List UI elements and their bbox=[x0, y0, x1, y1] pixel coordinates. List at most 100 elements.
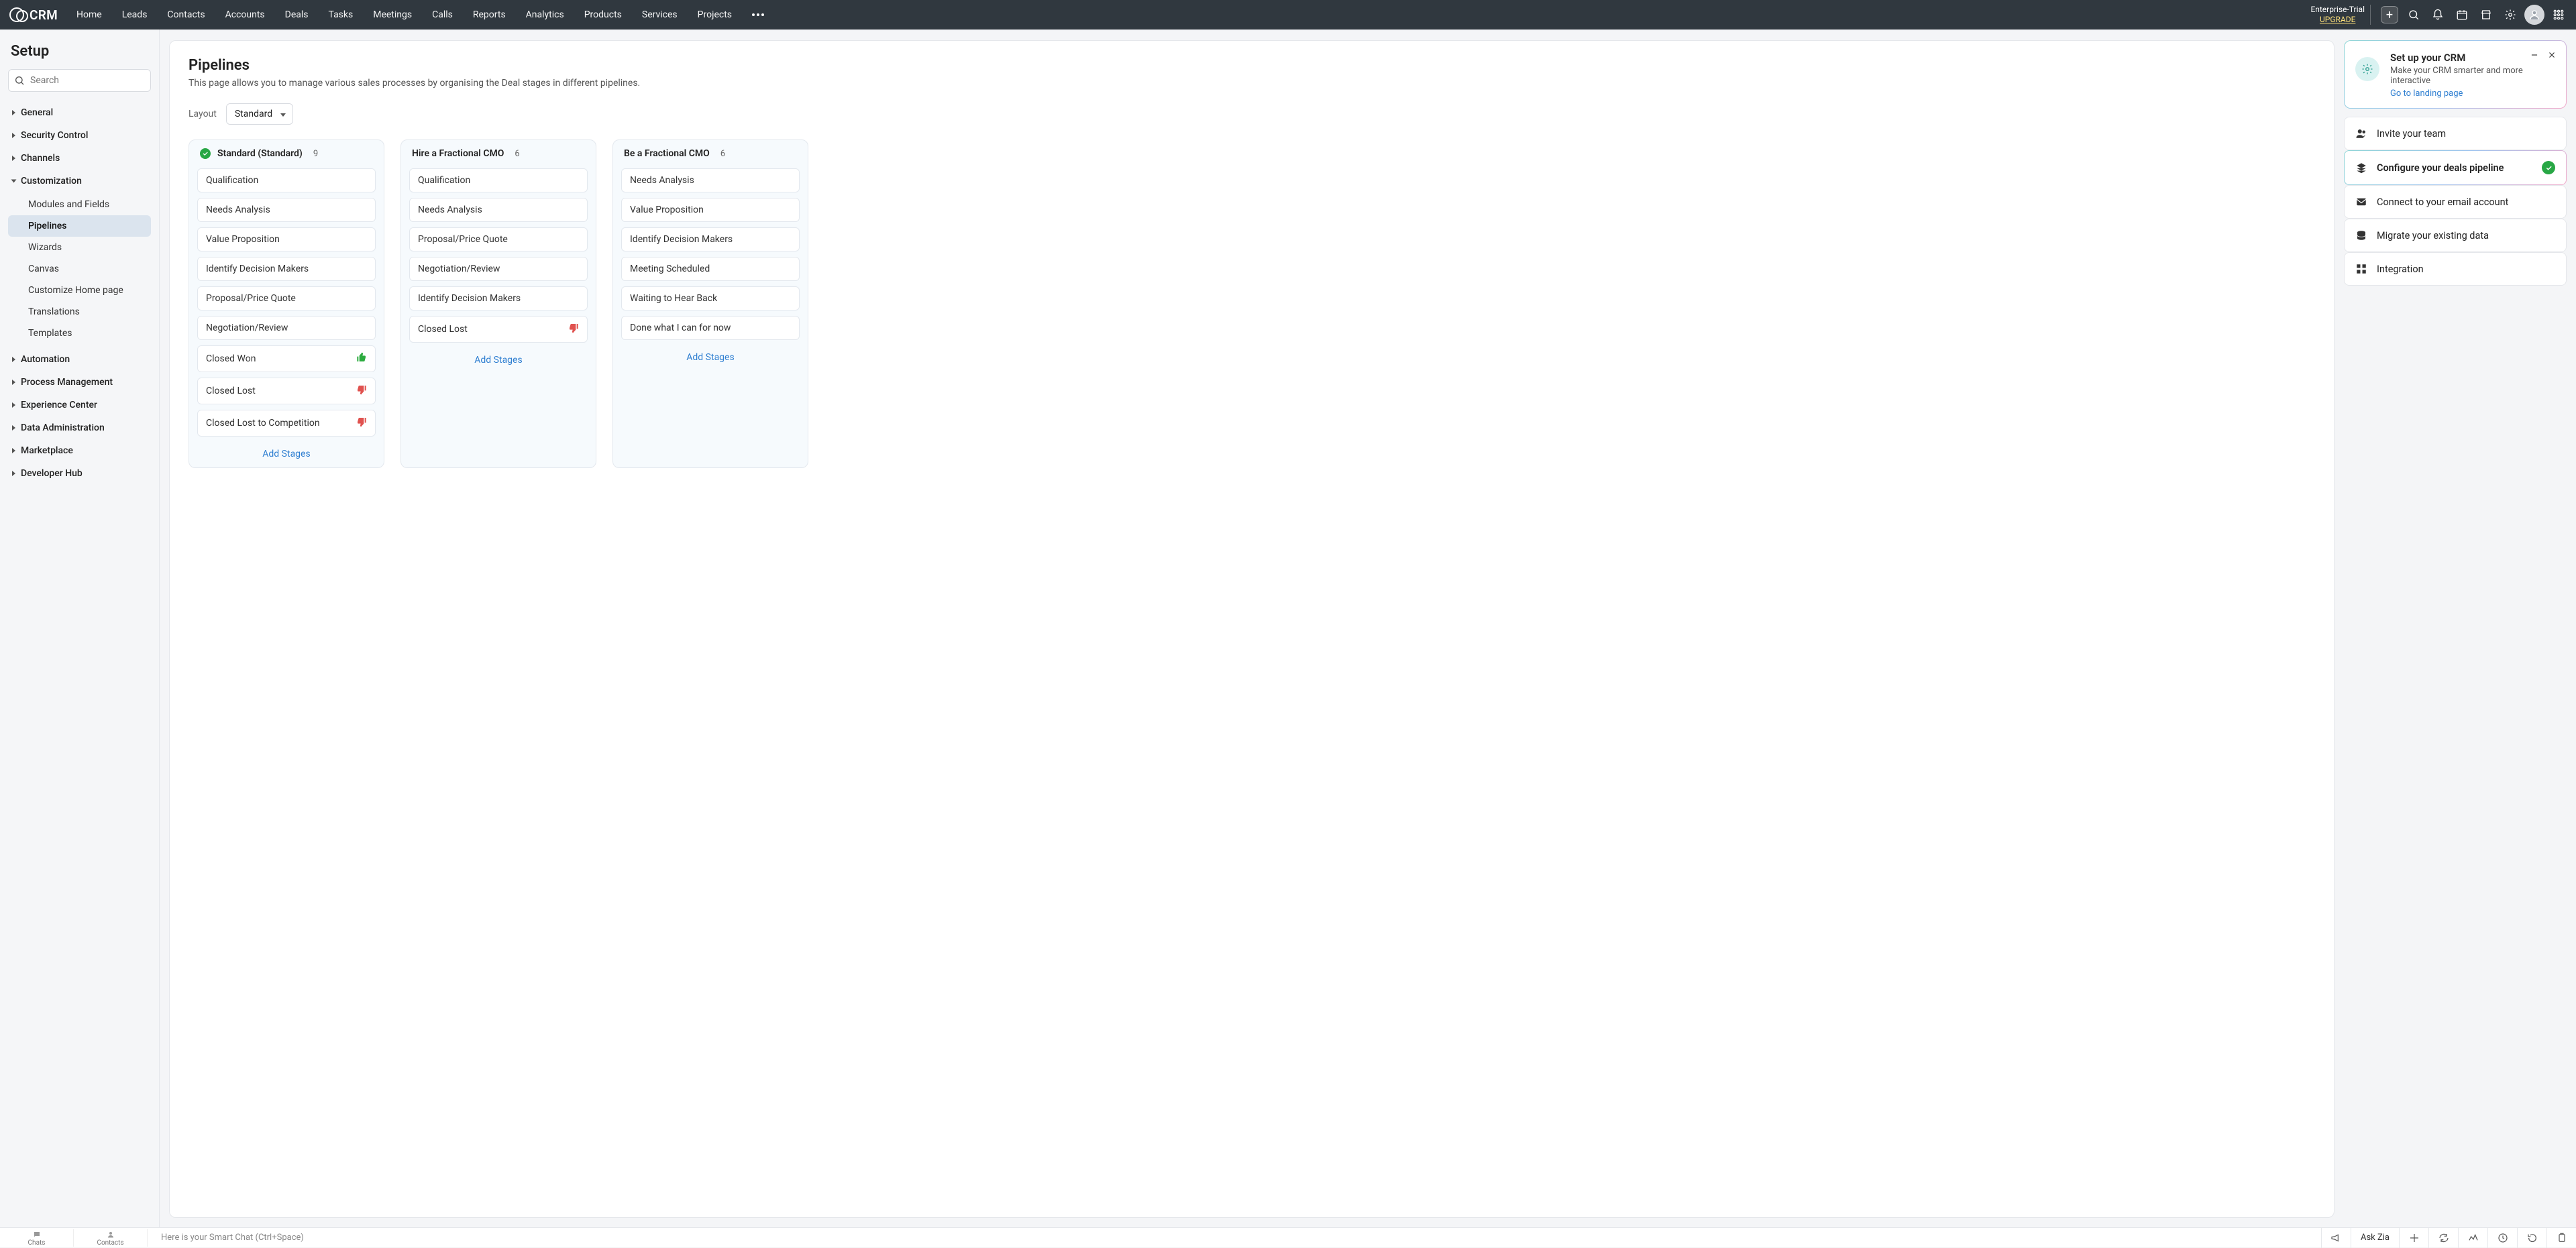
setup-search-input[interactable] bbox=[8, 69, 151, 92]
nav-home[interactable]: Home bbox=[67, 4, 111, 25]
stage-item[interactable]: Negotiation/Review bbox=[409, 257, 588, 281]
pipeline-name[interactable]: Standard (Standard) bbox=[217, 148, 303, 159]
gear-icon[interactable] bbox=[2500, 4, 2521, 25]
smart-chat-hint[interactable]: Here is your Smart Chat (Ctrl+Space) bbox=[148, 1233, 2321, 1243]
stage-item[interactable]: Identify Decision Makers bbox=[621, 227, 800, 251]
stage-item[interactable]: Identify Decision Makers bbox=[409, 286, 588, 310]
apps-icon[interactable] bbox=[2548, 4, 2569, 25]
task-connect-to-your-email-account[interactable]: Connect to your email account bbox=[2344, 185, 2567, 219]
stack-icon bbox=[2355, 162, 2367, 174]
store-icon[interactable] bbox=[2475, 4, 2497, 25]
promo-link[interactable]: Go to landing page bbox=[2390, 89, 2463, 99]
nav-projects[interactable]: Projects bbox=[688, 4, 741, 25]
bottom-contacts[interactable]: Contacts bbox=[74, 1229, 148, 1247]
setup-steps-panel: Set up your CRM Make your CRM smarter an… bbox=[2344, 40, 2567, 1218]
stage-item[interactable]: Proposal/Price Quote bbox=[409, 227, 588, 251]
stage-label: Identify Decision Makers bbox=[206, 264, 309, 274]
nav-deals[interactable]: Deals bbox=[276, 4, 318, 25]
subnav-translations[interactable]: Translations bbox=[8, 301, 151, 323]
nav-analytics[interactable]: Analytics bbox=[517, 4, 574, 25]
ask-zia-button[interactable]: Ask Zia bbox=[2351, 1228, 2399, 1248]
stage-item[interactable]: Proposal/Price Quote bbox=[197, 286, 376, 310]
stage-item[interactable]: Closed Lost bbox=[197, 378, 376, 404]
stage-item[interactable]: Needs Analysis bbox=[621, 168, 800, 192]
stage-item[interactable]: Closed Lost to Competition bbox=[197, 410, 376, 437]
task-configure-your-deals-pipeline[interactable]: Configure your deals pipeline bbox=[2344, 150, 2567, 185]
clock-icon[interactable] bbox=[2487, 1228, 2517, 1248]
nav-accounts[interactable]: Accounts bbox=[216, 4, 274, 25]
layout-value: Standard bbox=[235, 109, 272, 119]
group-experience-center[interactable]: Experience Center bbox=[8, 394, 151, 416]
minimize-icon[interactable] bbox=[2528, 49, 2540, 61]
stage-item[interactable]: Qualification bbox=[197, 168, 376, 192]
group-automation[interactable]: Automation bbox=[8, 348, 151, 371]
group-customization[interactable]: Customization bbox=[8, 170, 151, 192]
stage-item[interactable]: Negotiation/Review bbox=[197, 316, 376, 340]
stage-item[interactable]: Done what I can for now bbox=[621, 316, 800, 340]
zigzag-icon[interactable] bbox=[2458, 1228, 2487, 1248]
nav-contacts[interactable]: Contacts bbox=[158, 4, 214, 25]
stage-item[interactable]: Closed Won bbox=[197, 345, 376, 372]
group-channels[interactable]: Channels bbox=[8, 147, 151, 170]
brand[interactable]: CRM bbox=[9, 7, 58, 23]
bell-icon[interactable] bbox=[2427, 4, 2449, 25]
group-data-administration[interactable]: Data Administration bbox=[8, 416, 151, 439]
add-button[interactable]: + bbox=[2379, 4, 2400, 25]
stage-label: Proposal/Price Quote bbox=[206, 293, 296, 304]
nav-tasks[interactable]: Tasks bbox=[319, 4, 362, 25]
bottom-chats[interactable]: Chats bbox=[0, 1229, 74, 1247]
stage-item[interactable]: Needs Analysis bbox=[197, 198, 376, 222]
calendar-icon[interactable] bbox=[2451, 4, 2473, 25]
search-icon[interactable] bbox=[2403, 4, 2424, 25]
group-developer-hub[interactable]: Developer Hub bbox=[8, 462, 151, 485]
subnav-canvas[interactable]: Canvas bbox=[8, 258, 151, 280]
task-invite-your-team[interactable]: Invite your team bbox=[2344, 117, 2567, 150]
thumb-up-icon bbox=[356, 352, 367, 365]
stage-label: Needs Analysis bbox=[630, 175, 694, 186]
nav-meetings[interactable]: Meetings bbox=[364, 4, 421, 25]
stage-label: Meeting Scheduled bbox=[630, 264, 710, 274]
stage-item[interactable]: Meeting Scheduled bbox=[621, 257, 800, 281]
add-stages-button[interactable]: Add Stages bbox=[401, 348, 596, 374]
stage-item[interactable]: Closed Lost bbox=[409, 316, 588, 343]
nav-services[interactable]: Services bbox=[633, 4, 687, 25]
stage-item[interactable]: Identify Decision Makers bbox=[197, 257, 376, 281]
sparkle-icon[interactable] bbox=[2399, 1228, 2428, 1248]
megaphone-icon[interactable] bbox=[2321, 1228, 2351, 1248]
nav-calls[interactable]: Calls bbox=[423, 4, 462, 25]
subnav-templates[interactable]: Templates bbox=[8, 323, 151, 344]
stage-item[interactable]: Waiting to Hear Back bbox=[621, 286, 800, 310]
nav-leads[interactable]: Leads bbox=[113, 4, 157, 25]
group-process-management[interactable]: Process Management bbox=[8, 371, 151, 394]
task-migrate-your-existing-data[interactable]: Migrate your existing data bbox=[2344, 219, 2567, 252]
stage-label: Done what I can for now bbox=[630, 323, 731, 333]
stage-label: Qualification bbox=[206, 175, 258, 186]
layout-select[interactable]: Standard bbox=[226, 103, 293, 125]
avatar[interactable] bbox=[2524, 4, 2545, 25]
task-integration[interactable]: Integration bbox=[2344, 252, 2567, 286]
subnav-customize-home-page[interactable]: Customize Home page bbox=[8, 280, 151, 301]
group-security-control[interactable]: Security Control bbox=[8, 124, 151, 147]
pipeline-name[interactable]: Hire a Fractional CMO bbox=[412, 148, 504, 159]
stage-label: Closed Lost to Competition bbox=[206, 418, 320, 429]
history-icon[interactable] bbox=[2517, 1228, 2546, 1248]
upgrade-link[interactable]: UPGRADE bbox=[2320, 15, 2355, 24]
subnav-pipelines[interactable]: Pipelines bbox=[8, 215, 151, 237]
subnav-modules-and-fields[interactable]: Modules and Fields bbox=[8, 194, 151, 215]
add-stages-button[interactable]: Add Stages bbox=[189, 442, 384, 467]
pipeline-name[interactable]: Be a Fractional CMO bbox=[624, 148, 710, 159]
nav-more-icon[interactable] bbox=[744, 13, 772, 16]
refresh-icon[interactable] bbox=[2428, 1228, 2458, 1248]
group-general[interactable]: General bbox=[8, 101, 151, 124]
subnav-wizards[interactable]: Wizards bbox=[8, 237, 151, 258]
stage-item[interactable]: Value Proposition bbox=[621, 198, 800, 222]
stage-item[interactable]: Qualification bbox=[409, 168, 588, 192]
nav-products[interactable]: Products bbox=[575, 4, 631, 25]
group-marketplace[interactable]: Marketplace bbox=[8, 439, 151, 462]
stage-item[interactable]: Value Proposition bbox=[197, 227, 376, 251]
close-icon[interactable] bbox=[2546, 49, 2558, 61]
clipboard-icon[interactable] bbox=[2546, 1228, 2576, 1248]
stage-item[interactable]: Needs Analysis bbox=[409, 198, 588, 222]
add-stages-button[interactable]: Add Stages bbox=[613, 345, 808, 371]
nav-reports[interactable]: Reports bbox=[464, 4, 515, 25]
